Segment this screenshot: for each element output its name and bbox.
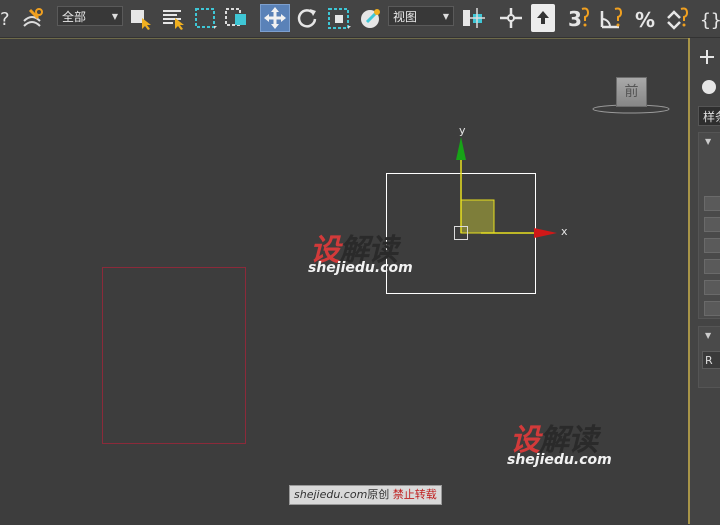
bind-space-warp-icon[interactable] (20, 4, 46, 32)
main-toolbar: ? 全部 ▼ 视图 ▼ 3 % {} (0, 0, 720, 38)
select-object-icon[interactable] (128, 4, 154, 32)
selection-filter-value: 全部 (62, 10, 87, 24)
gizmo-y-label: y (459, 124, 466, 137)
caption-url: shejiedu.com (294, 488, 368, 501)
select-rotate-icon[interactable] (294, 4, 320, 32)
caption-warning: 禁止转载 (392, 488, 437, 501)
move-gizmo-x-arrow[interactable] (534, 228, 557, 238)
unselected-rectangle[interactable] (102, 267, 246, 444)
select-manipulate-icon[interactable] (497, 4, 525, 32)
object-type-button[interactable] (704, 196, 720, 211)
gizmo-x-label: x (561, 225, 568, 238)
reference-coord-dropdown[interactable]: 视图 ▼ (388, 6, 454, 26)
named-selection-icon[interactable]: {} (698, 4, 720, 32)
create-tab-icon[interactable] (698, 48, 716, 70)
command-panel: 样条 ▼ ▼ R (690, 38, 720, 524)
rect-selection-region-icon[interactable] (192, 4, 218, 32)
move-gizmo-y-arrow[interactable] (456, 137, 466, 160)
name-field[interactable]: R (702, 351, 720, 369)
keyboard-shortcut-override-icon[interactable] (531, 4, 555, 32)
geometry-category-icon[interactable] (702, 80, 716, 94)
object-type-dropdown[interactable]: 样条 (698, 106, 720, 126)
watermark-url: shejiedu.com (308, 260, 413, 276)
name-color-rollout: ▼ R (698, 326, 720, 388)
object-type-button[interactable] (704, 259, 720, 274)
chevron-down-icon: ▼ (111, 12, 118, 21)
viewcube[interactable]: 前 (616, 77, 647, 107)
object-type-button[interactable] (704, 238, 720, 253)
viewcube-face-label: 前 (624, 84, 639, 100)
viewport-front[interactable]: y x 前 设解读 shejiedu.com 设解读 shejiedu.com (0, 38, 689, 525)
svg-text:%: % (635, 8, 655, 31)
caption-original: 原创 (367, 488, 390, 501)
watermark-url: shejiedu.com (507, 452, 612, 468)
reference-coord-value: 视图 (393, 10, 418, 24)
svg-text:?: ? (0, 9, 10, 29)
window-crossing-icon[interactable] (223, 4, 249, 32)
use-pivot-center-icon[interactable] (460, 4, 488, 32)
percent-snap-icon[interactable]: % (633, 4, 661, 32)
object-type-button[interactable] (704, 280, 720, 295)
object-type-button[interactable] (704, 301, 720, 316)
collapse-icon[interactable]: ▼ (705, 331, 711, 340)
select-place-icon[interactable] (358, 4, 384, 32)
copyright-caption: shejiedu.com原创 禁止转载 (289, 485, 442, 505)
collapse-icon[interactable]: ▼ (705, 137, 711, 146)
chevron-down-icon: ▼ (442, 12, 449, 21)
spinner-snap-icon[interactable] (665, 4, 691, 32)
select-scale-icon[interactable] (326, 4, 352, 32)
object-type-button[interactable] (704, 217, 720, 232)
svg-text:{}: {} (700, 10, 720, 31)
help-icon[interactable]: ? (0, 4, 14, 32)
angle-snap-icon[interactable] (599, 4, 627, 32)
selection-filter-dropdown[interactable]: 全部 ▼ (57, 6, 123, 26)
snaps-toggle-icon[interactable]: 3 (566, 4, 594, 32)
snap-dimension-label: 3 (568, 7, 582, 31)
select-by-name-icon[interactable] (160, 4, 186, 32)
move-gizmo-xy-plane[interactable] (460, 199, 495, 234)
select-move-icon[interactable] (260, 4, 290, 32)
